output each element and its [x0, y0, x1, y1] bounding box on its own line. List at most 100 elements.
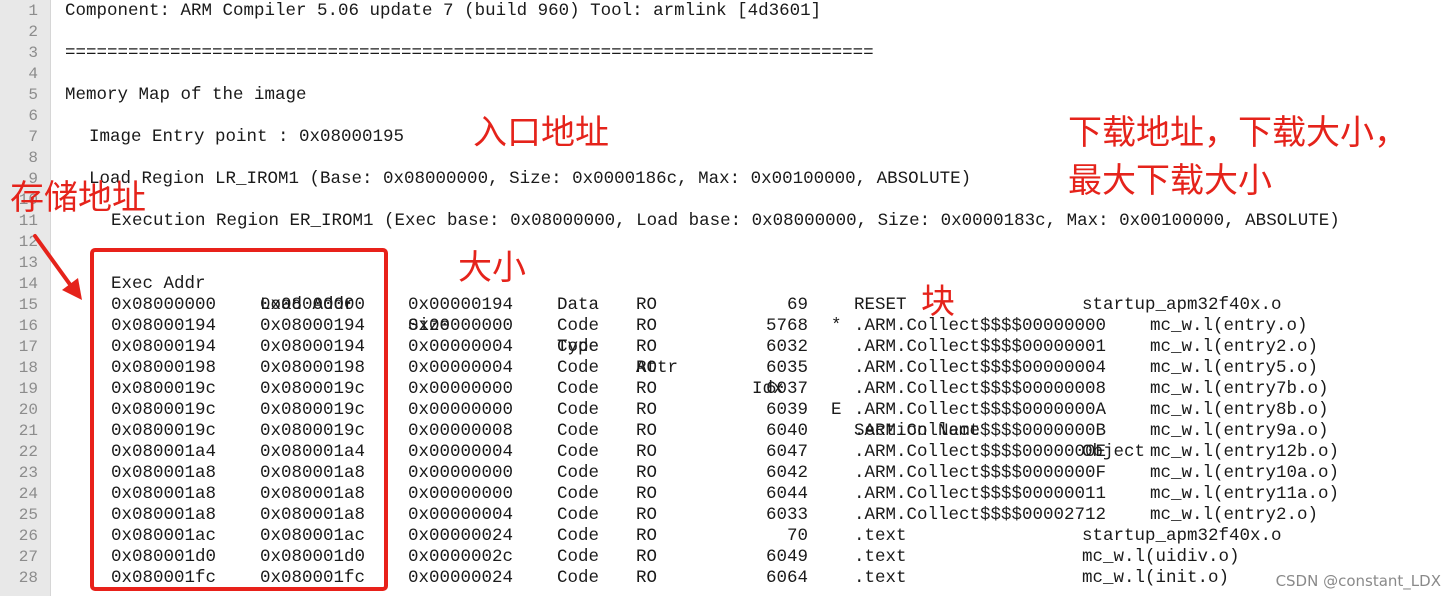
attr-cell: RO: [636, 421, 658, 441]
attr-cell: RO: [636, 400, 658, 420]
idx-cell: 6033: [765, 505, 808, 525]
code-line-9: Load Region LR_IROM1 (Base: 0x08000000, …: [89, 169, 972, 189]
attr-cell: RO: [636, 337, 658, 357]
idx-cell: 5768: [765, 316, 808, 336]
object-cell: mc_w.l(entry12b.o): [1150, 442, 1340, 462]
code-line-11: Execution Region ER_IROM1 (Exec base: 0x…: [111, 211, 1340, 231]
type-cell: Code: [557, 463, 600, 483]
idx-cell: 6037: [765, 379, 808, 399]
code-line-5: Memory Map of the image: [65, 85, 307, 105]
size-cell: 0x00000004: [408, 442, 514, 462]
object-cell: mc_w.l(init.o): [1082, 568, 1230, 588]
attr-cell: RO: [636, 379, 658, 399]
idx-cell: 6035: [765, 358, 808, 378]
attr-cell: RO: [636, 295, 658, 315]
annotation-block: 块: [921, 282, 955, 322]
idx-cell: 6049: [765, 547, 808, 567]
idx-cell: 6040: [765, 421, 808, 441]
object-cell: mc_w.l(entry2.o): [1150, 505, 1319, 525]
size-cell: 0x00000004: [408, 337, 514, 357]
section-name-cell: .ARM.Collect$$$$00002712: [854, 505, 1107, 525]
attr-cell: RO: [636, 568, 658, 588]
idx-cell: 6039: [765, 400, 808, 420]
annotation-size: 大小: [458, 248, 526, 288]
line-number: 7: [28, 128, 38, 146]
attr-cell: RO: [636, 316, 658, 336]
section-name-cell: .ARM.Collect$$$$00000011: [854, 484, 1107, 504]
size-cell: 0x00000000: [408, 484, 514, 504]
object-cell: startup_apm32f40x.o: [1082, 526, 1282, 546]
type-cell: Code: [557, 358, 600, 378]
type-cell: Code: [557, 400, 600, 420]
idx-cell: 70: [786, 526, 808, 546]
object-cell: mc_w.l(entry.o): [1150, 316, 1308, 336]
line-number: 25: [18, 506, 38, 524]
annotation-download-line2: 最大下载大小: [1068, 161, 1272, 201]
size-cell: 0x00000024: [408, 526, 514, 546]
section-name-cell: .ARM.Collect$$$$00000004: [854, 358, 1107, 378]
size-cell: 0x00000000: [408, 316, 514, 336]
section-name-cell: .text: [854, 568, 907, 588]
code-editor: 1 2 3 4 5 6 7 8 9 10 11 12 13 14 15 16 17 18 19 20 21 22 23 24 2…: [0, 0, 1455, 596]
section-name-cell: .ARM.Collect$$$$0000000E: [854, 442, 1107, 462]
section-name-cell: .ARM.Collect$$$$00000001: [854, 337, 1107, 357]
section-name-cell: .text: [854, 526, 907, 546]
e-cell: *: [831, 316, 842, 336]
size-cell: 0x00000004: [408, 358, 514, 378]
object-cell: mc_w.l(entry5.o): [1150, 358, 1319, 378]
idx-cell: 6044: [765, 484, 808, 504]
object-cell: mc_w.l(entry9a.o): [1150, 421, 1329, 441]
type-cell: Code: [557, 337, 600, 357]
type-cell: Code: [557, 379, 600, 399]
watermark: CSDN @constant_LDX: [1275, 572, 1441, 590]
line-number: 2: [28, 23, 38, 41]
annotation-entry-address: 入口地址: [473, 113, 609, 153]
type-cell: Code: [557, 505, 600, 525]
attr-cell: RO: [636, 505, 658, 525]
size-cell: 0x00000000: [408, 379, 514, 399]
object-cell: mc_w.l(entry11a.o): [1150, 484, 1340, 504]
size-cell: 0x00000000: [408, 400, 514, 420]
object-cell: mc_w.l(entry8b.o): [1150, 400, 1329, 420]
attr-cell: RO: [636, 463, 658, 483]
col-e: E: [831, 400, 842, 420]
line-number: 26: [18, 527, 38, 545]
address-columns-highlight-box: [90, 248, 388, 591]
attr-cell: RO: [636, 358, 658, 378]
section-name-cell: RESET: [854, 295, 907, 315]
idx-cell: 6032: [765, 337, 808, 357]
idx-cell: 6064: [765, 568, 808, 588]
type-cell: Code: [557, 316, 600, 336]
attr-cell: RO: [636, 526, 658, 546]
type-cell: Code: [557, 484, 600, 504]
section-name-cell: .ARM.Collect$$$$0000000A: [854, 400, 1107, 420]
object-cell: mc_w.l(uidiv.o): [1082, 547, 1240, 567]
line-number: 28: [18, 569, 38, 587]
code-line-7: Image Entry point : 0x08000195: [89, 127, 405, 147]
attr-cell: RO: [636, 442, 658, 462]
size-cell: 0x0000002c: [408, 547, 514, 567]
object-cell: mc_w.l(entry2.o): [1150, 337, 1319, 357]
type-cell: Data: [557, 295, 600, 315]
section-name-cell: .ARM.Collect$$$$0000000F: [854, 463, 1107, 483]
line-number: 27: [18, 548, 38, 566]
object-cell: startup_apm32f40x.o: [1082, 295, 1282, 315]
idx-cell: 6047: [765, 442, 808, 462]
code-line-3: ========================================…: [65, 43, 874, 63]
line-number: 3: [28, 44, 38, 62]
red-arrow-icon: [33, 234, 82, 300]
line-number: 24: [18, 485, 38, 503]
line-number: 8: [28, 149, 38, 167]
type-cell: Code: [557, 442, 600, 462]
object-cell: mc_w.l(entry10a.o): [1150, 463, 1340, 483]
attr-cell: RO: [636, 547, 658, 567]
type-cell: Code: [557, 526, 600, 546]
line-number: 6: [28, 107, 38, 125]
annotation-download-line1: 下载地址，下载大小，: [1068, 113, 1408, 153]
line-number: 1: [28, 2, 38, 20]
size-cell: 0x00000004: [408, 505, 514, 525]
code-line-1: Component: ARM Compiler 5.06 update 7 (b…: [65, 1, 822, 21]
idx-cell: 6042: [765, 463, 808, 483]
size-cell: 0x00000194: [408, 295, 514, 315]
line-number: 4: [28, 65, 38, 83]
